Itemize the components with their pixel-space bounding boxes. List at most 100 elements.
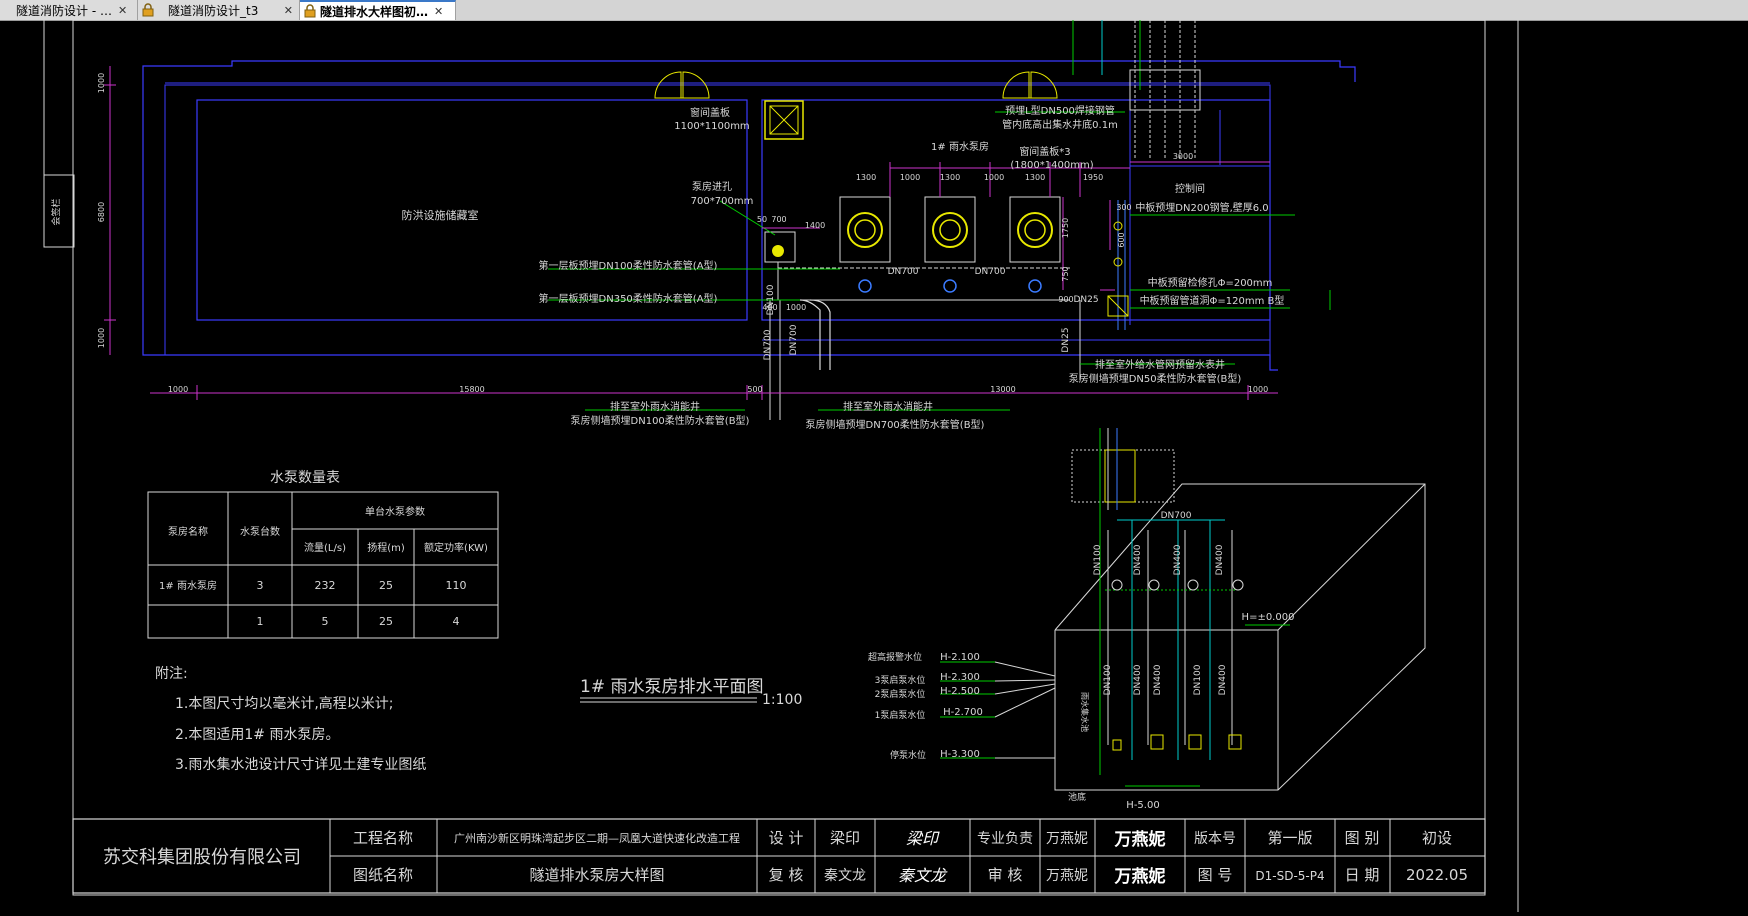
countersign-label: 会签栏 xyxy=(50,198,62,225)
dim-bottom-5: 1000 xyxy=(1248,385,1268,394)
level-value-stop: H-3.300 xyxy=(940,749,980,760)
table-cell: 110 xyxy=(446,579,467,592)
table-title: 水泵数量表 xyxy=(270,470,340,486)
table-header-head: 扬程(m) xyxy=(367,541,405,554)
note-window-cover-3: 窗间盖板*3 xyxy=(1019,145,1070,158)
table-cell: 4 xyxy=(453,615,460,628)
note-water-meter-well: 排至室外给水管网预留水表井 xyxy=(1095,358,1225,371)
drawing-no: D1-SD-5-P4 xyxy=(1255,869,1324,883)
note-window-cover: 窗间盖板 xyxy=(690,106,730,119)
note-access-hole: 泵房进孔 xyxy=(692,180,732,193)
section-pipe-label-lower: DN400 xyxy=(1133,664,1143,695)
notes-heading: 附注: xyxy=(155,666,188,682)
note-item-2: 2.本图适用1# 雨水泵房。 xyxy=(175,727,339,743)
note-dn350-sleeve: 第一层板预埋DN350柔性防水套管(A型) xyxy=(539,292,718,305)
drawing-name: 隧道排水泵房大样图 xyxy=(529,866,664,884)
control-room-label: 控制间 xyxy=(1175,182,1205,195)
note-energy-well-2: 排至室外雨水消能井 xyxy=(843,400,933,413)
note-dn100-sleeve: 第一层板预埋DN100柔性防水套管(A型) xyxy=(539,259,718,272)
note-window-cover-size: 1100*1100mm xyxy=(674,121,749,132)
table-header-flow: 流量(L/s) xyxy=(304,541,346,554)
dim-bottom-3: 500 xyxy=(747,385,762,394)
pump-1 xyxy=(839,196,891,293)
cad-drawing-canvas[interactable]: 会签栏 防洪设施储藏室 1# 雨水泵房 控制间 窗间盖板 1100*1100mm… xyxy=(0,19,1748,912)
section-pipe-label-lower: DN400 xyxy=(1218,664,1228,695)
tab-tunnel-fire-design[interactable]: 隧道消防设计 - … ✕ xyxy=(0,0,138,20)
tab-tunnel-drainage-detail[interactable]: 隧道排水大样图初… ✕ xyxy=(300,0,456,20)
pump-3 xyxy=(1009,196,1061,293)
dim-bottom-2: 15800 xyxy=(459,385,484,394)
note-item-1: 1.本图尺寸均以毫米计,高程以米计; xyxy=(175,695,394,712)
note-pipe-hole: 中板预留管道洞Φ=120mm B型 xyxy=(1140,294,1285,307)
dim-top-1: 1300 xyxy=(856,173,876,182)
close-icon[interactable]: ✕ xyxy=(118,4,127,17)
drawing-no-label: 图 号 xyxy=(1198,866,1233,884)
designer-name: 梁印 xyxy=(830,829,860,847)
table-cell: 25 xyxy=(379,615,393,628)
close-icon[interactable]: ✕ xyxy=(434,5,443,18)
table-cell: 232 xyxy=(315,579,336,592)
level-label-pump1: 1泵启泵水位 xyxy=(875,709,926,721)
dim-top-5: 1300 xyxy=(1025,173,1045,182)
section-pipe-label: DN100 xyxy=(1093,544,1103,575)
dim-top-3: 1300 xyxy=(940,173,960,182)
dim-left-3: 1000 xyxy=(97,328,106,348)
pipe-label-dn25-b: DN25 xyxy=(1061,327,1071,352)
tab-label: 隧道排水大样图初… xyxy=(320,4,429,19)
document-tab-bar: 隧道消防设计 - … ✕ 隧道消防设计_t3 ✕ 隧道排水大样图初… ✕ xyxy=(0,0,1748,21)
table-cell: 5 xyxy=(322,615,329,628)
level-label-stop: 停泵水位 xyxy=(890,749,926,761)
pump-room-label: 1# 雨水泵房 xyxy=(931,140,989,153)
version-label: 版本号 xyxy=(1194,831,1236,847)
tab-label: 隧道消防设计 - … xyxy=(16,3,112,18)
dim-top-4: 1000 xyxy=(984,173,1004,182)
drawing-title-text: 1# 雨水泵房排水平面图 xyxy=(580,677,763,697)
project-name: 广州南沙新区明珠湾起步区二期—凤凰大道快速化改造工程 xyxy=(454,831,740,845)
note-inspection-hole: 中板预留检修孔Φ=200mm xyxy=(1148,276,1273,289)
pump-2 xyxy=(924,196,976,293)
close-icon[interactable]: ✕ xyxy=(284,4,293,17)
note-dn50-sleeve: 泵房侧墙预埋DN50柔性防水套管(B型) xyxy=(1069,372,1242,385)
table-header-name: 泵房名称 xyxy=(168,525,208,538)
table-cell: 1# 雨水泵房 xyxy=(159,579,217,592)
lock-icon xyxy=(304,4,316,18)
sump-section-view: 超高报警水位 H-2.100 3泵启泵水位 H-2.300 2泵启泵水位 H-2… xyxy=(868,428,1426,811)
review-label: 复 核 xyxy=(769,866,804,884)
storage-room-label: 防洪设施储藏室 xyxy=(402,208,479,222)
note-energy-well-1: 排至室外雨水消能井 xyxy=(610,400,700,413)
tab-tunnel-fire-design-t3[interactable]: 隧道消防设计_t3 ✕ xyxy=(138,0,300,20)
tab-label: 隧道消防设计_t3 xyxy=(168,3,259,18)
small-pump xyxy=(764,231,796,263)
level-value-pump1: H-2.700 xyxy=(943,707,983,718)
dim-50: 50 xyxy=(757,215,767,224)
audit-label: 审 核 xyxy=(988,866,1023,884)
note-l-pipe: 预埋L型DN500焊接钢管 xyxy=(1005,104,1115,117)
table-header-count: 水泵台数 xyxy=(240,525,280,538)
reviewer-signature: 秦文龙 xyxy=(898,866,948,885)
ground-level: H=±0.000 xyxy=(1242,612,1295,623)
dim-3000: 3000 xyxy=(1173,152,1193,161)
category-label: 图 别 xyxy=(1345,829,1380,847)
section-pipe-label: DN700 xyxy=(1161,511,1192,521)
dim-top-6: 1950 xyxy=(1083,173,1103,182)
pipe-label-dn700-a: DN700 xyxy=(888,267,919,277)
note-l-pipe-2: 管内底高出集水井底0.1m xyxy=(1002,118,1118,131)
dim-750: 750 xyxy=(1061,266,1070,281)
pump-room-plan: 防洪设施储藏室 1# 雨水泵房 控制间 窗间盖板 1100*1100mm 窗间盖… xyxy=(97,20,1356,431)
table-group-header: 单台水泵参数 xyxy=(365,505,425,518)
dim-900: 900 xyxy=(1058,295,1073,304)
pump-quantity-table: 水泵数量表 单台水泵参数 泵房名称 水泵台数 流量(L/s) 扬程(m) 额定功… xyxy=(147,470,499,639)
dim-left-1: 1000 xyxy=(97,73,106,93)
date-label: 日 期 xyxy=(1345,866,1380,884)
level-label-alarm: 超高报警水位 xyxy=(868,651,922,663)
level-value-bottom: H-5.00 xyxy=(1126,800,1159,811)
pipe-label-dn700-c: DN700 xyxy=(763,329,773,360)
pit-label: 雨水集水池 xyxy=(1080,692,1090,732)
specialty-label: 专业负责 xyxy=(977,831,1033,847)
drawing-title: 1# 雨水泵房排水平面图 1:100 xyxy=(580,677,802,708)
level-label-bottom: 池底 xyxy=(1068,791,1086,803)
pipe-label-dn700-b: DN700 xyxy=(975,267,1006,277)
note-access-hole-size: 700*700mm xyxy=(691,196,754,207)
drawing-scale: 1:100 xyxy=(762,692,802,708)
specialty-signature: 万燕妮 xyxy=(1114,829,1166,850)
